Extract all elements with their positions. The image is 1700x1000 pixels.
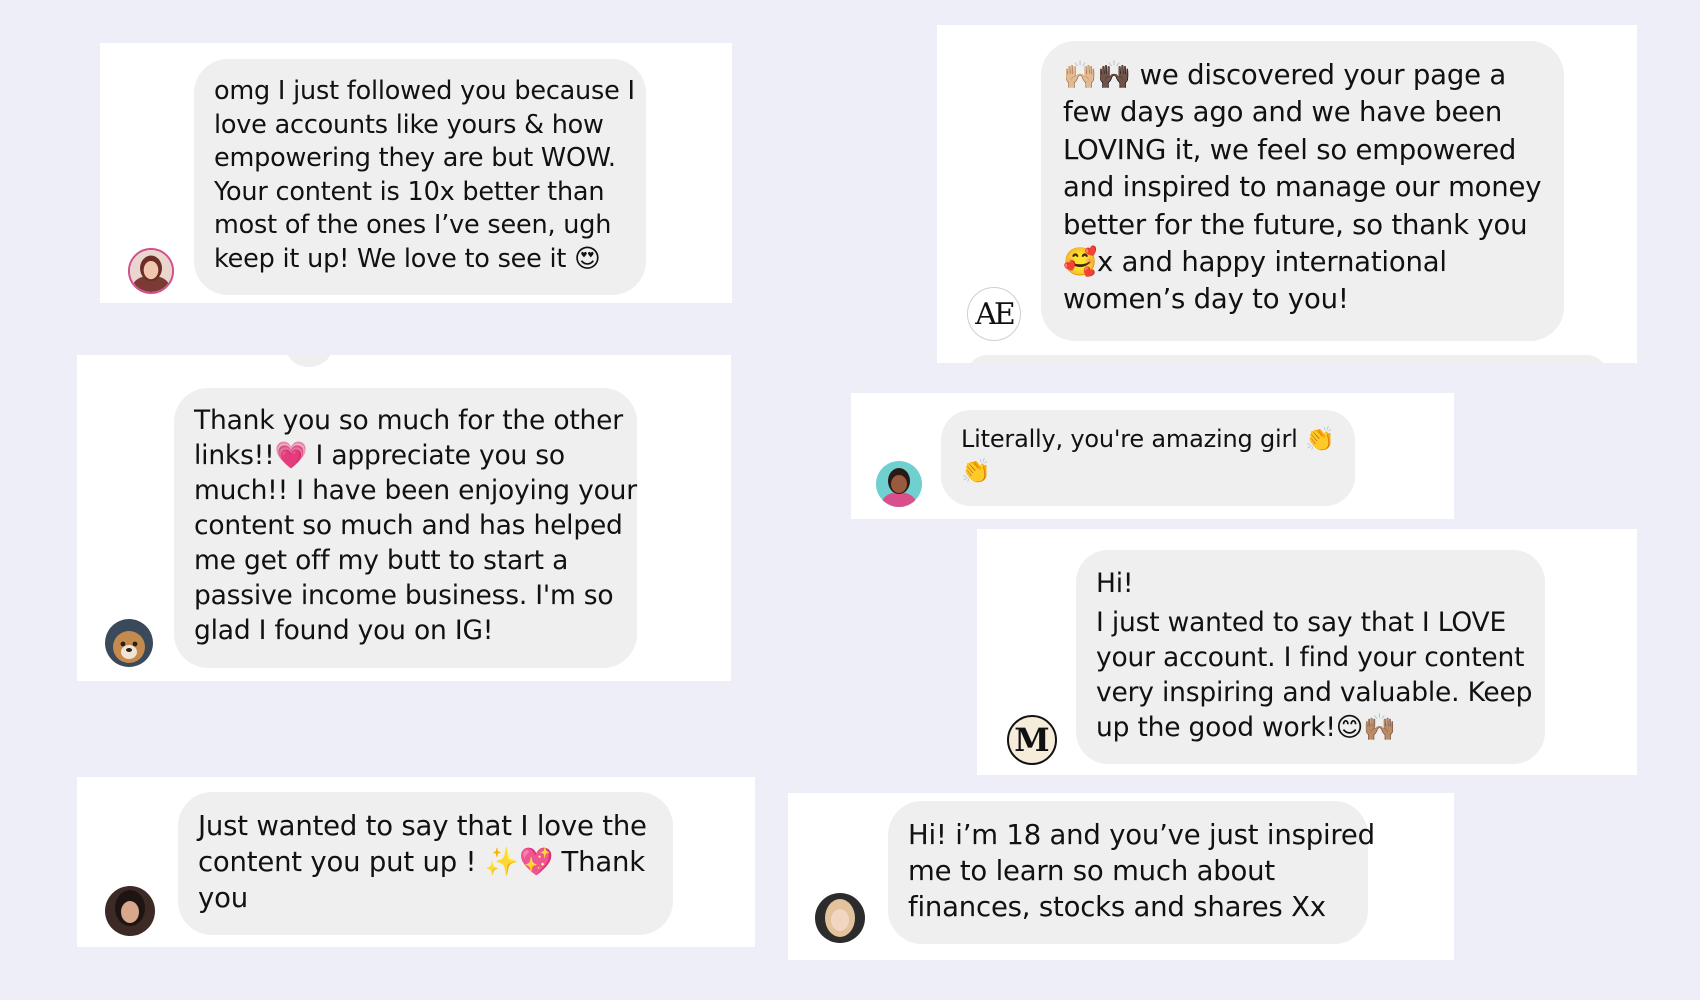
message-line: glad I found you on IG! [194,615,494,646]
profile-photo-icon [876,461,922,507]
message-line: much!! I have been enjoying your [194,475,637,506]
message-bubble[interactable]: Hi! I just wanted to say that I LOVE you… [1076,550,1545,764]
message-line: Just wanted to say that I love the [198,810,647,842]
message-card-4: Literally, you're amazing girl 👏 👏 [851,393,1454,519]
message-bubble[interactable]: Hi! i’m 18 and you’ve just inspired me t… [888,801,1375,944]
message-card-7: Hi! i’m 18 and you’ve just inspired me t… [788,793,1454,960]
message-line: love accounts like yours & how [214,109,604,140]
message-line: finances, stocks and shares Xx [908,891,1326,923]
profile-photo-icon [130,250,172,292]
message-line: me to learn so much about [908,855,1275,887]
ae-logo-text: AE [975,296,1016,332]
message-line: most of the ones I’ve seen, ugh [214,210,612,241]
message-card-3: Thank you so much for the other links!!💗… [77,355,731,681]
message-bubble[interactable]: 🙌🏼🙌🏿 we discovered your page a few days … [1041,41,1564,341]
message-bubble[interactable]: Literally, you're amazing girl 👏 👏 [941,410,1355,506]
message-line: passive income business. I'm so [194,580,614,611]
avatar-profile-photo[interactable] [105,886,155,936]
message-line: me get off my butt to start a [194,545,569,576]
partial-next-bubble [967,355,1607,363]
avatar-profile-photo[interactable] [876,461,922,507]
partial-previous-bubble [287,355,331,367]
message-line: Hi! i’m 18 and you’ve just inspired [908,819,1375,851]
avatar-profile-photo[interactable] [815,893,865,943]
message-line: and inspired to manage our money [1063,171,1542,204]
m-logo-text: M [1014,721,1050,759]
avatar-profile-photo[interactable] [128,248,174,294]
message-line: omg I just followed you because I [214,76,635,106]
avatar-m-logo[interactable]: M [1007,715,1057,765]
message-line: better for the future, so thank you [1063,208,1528,241]
message-line: 🥰x and happy international [1063,246,1447,279]
message-line: Thank you so much for the other [194,405,623,436]
message-card-1: omg I just followed you because I love a… [100,43,732,303]
message-card-5: M Hi! I just wanted to say that I LOVE y… [977,529,1637,775]
message-line: few days ago and we have been [1063,96,1503,129]
message-line: very inspiring and valuable. Keep [1096,677,1533,708]
message-line: LOVING it, we feel so empowered [1063,133,1517,166]
message-line: your account. I find your content [1096,642,1525,673]
message-line: content you put up ! ✨💖 Thank [198,846,645,878]
message-line: up the good work!😊🙌🏽 [1096,712,1397,743]
profile-photo-icon [815,893,865,943]
message-bubble[interactable]: Thank you so much for the other links!!💗… [174,388,637,668]
dog-photo-icon [105,619,153,667]
message-line: I just wanted to say that I LOVE [1096,607,1507,638]
message-card-2: AE 🙌🏼🙌🏿 we discovered your page a few da… [937,25,1637,363]
message-line: Hi! [1096,568,1134,599]
avatar-ae-logo[interactable]: AE [967,287,1021,341]
message-line: empowering they are but WOW. [214,143,616,174]
message-line: Your content is 10x better than [214,176,605,207]
message-line: 👏 [961,457,991,485]
message-bubble[interactable]: Just wanted to say that I love the conte… [178,792,673,935]
message-line: keep it up! We love to see it 😍 [214,243,601,274]
message-line: 🙌🏼🙌🏿 we discovered your page a [1063,59,1507,91]
message-line: women’s day to you! [1063,283,1349,316]
message-card-6: Just wanted to say that I love the conte… [77,777,755,947]
message-line: content so much and has helped [194,510,623,541]
message-line: you [198,882,248,914]
avatar-profile-photo[interactable] [105,619,153,667]
message-line: links!!💗 I appreciate you so [194,440,565,471]
message-line: Literally, you're amazing girl 👏 [961,425,1335,453]
message-bubble[interactable]: omg I just followed you because I love a… [194,59,646,295]
profile-photo-icon [105,886,155,936]
